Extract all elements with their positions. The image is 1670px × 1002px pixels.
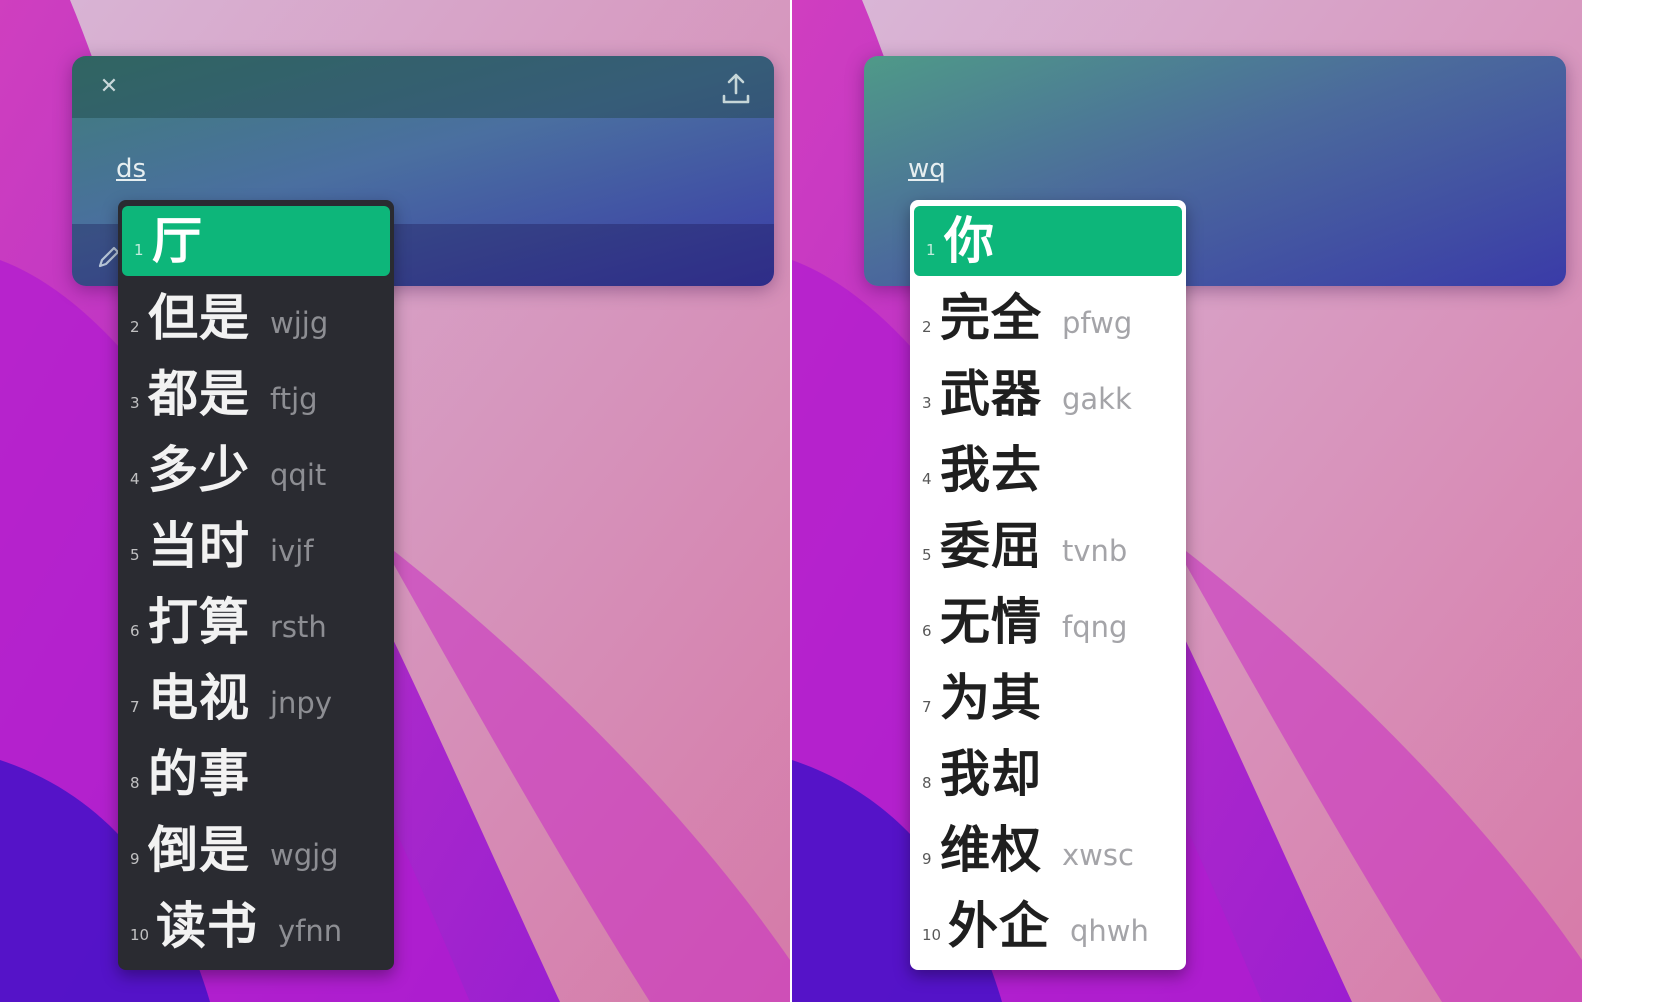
candidate-number: 5 [922, 546, 932, 564]
candidate-word: 委屈 [940, 516, 1042, 575]
candidate-item[interactable]: 4 多少 qqit [118, 432, 394, 508]
candidate-code: xwsc [1062, 838, 1134, 872]
candidate-word: 多少 [148, 440, 250, 499]
candidate-code: wjjg [270, 306, 329, 340]
candidate-code: jnpy [270, 686, 333, 720]
candidate-word: 但是 [148, 288, 250, 347]
candidate-code: gakk [1062, 382, 1132, 416]
candidate-word: 电视 [148, 668, 250, 727]
candidate-item[interactable]: 6 打算 rsth [118, 584, 394, 660]
candidate-number: 4 [130, 470, 140, 488]
candidate-code: wgjg [270, 838, 339, 872]
candidate-item[interactable]: 1 你 [914, 206, 1182, 276]
candidate-number: 3 [130, 394, 140, 412]
candidate-item[interactable]: 8 我却 [910, 736, 1186, 812]
candidate-item[interactable]: 1 厅 [122, 206, 390, 276]
candidate-word: 外企 [948, 896, 1050, 955]
candidate-word: 完全 [940, 288, 1042, 347]
candidate-list-dark: 1 厅 2 但是 wjjg 3 都是 ftjg 4 多少 qqit 5 当时 i… [118, 200, 394, 970]
candidate-number: 7 [130, 698, 140, 716]
candidate-item[interactable]: 3 武器 gakk [910, 356, 1186, 432]
share-icon[interactable] [720, 72, 752, 106]
candidate-number: 9 [922, 850, 932, 868]
candidate-item[interactable]: 4 我去 [910, 432, 1186, 508]
candidate-word: 你 [944, 211, 995, 270]
candidate-word: 当时 [148, 516, 250, 575]
candidate-word: 厅 [152, 211, 203, 270]
candidate-code: qhwh [1070, 914, 1149, 948]
candidate-item[interactable]: 2 完全 pfwg [910, 280, 1186, 356]
candidate-code: qqit [270, 458, 327, 492]
candidate-item[interactable]: 10 读书 yfnn [118, 888, 394, 964]
candidate-item[interactable]: 5 当时 ivjf [118, 508, 394, 584]
candidate-number: 1 [134, 241, 144, 259]
candidate-item[interactable]: 9 倒是 wgjg [118, 812, 394, 888]
candidate-item[interactable]: 6 无情 fqng [910, 584, 1186, 660]
candidate-number: 7 [922, 698, 932, 716]
candidate-number: 2 [130, 318, 140, 336]
candidate-number: 9 [130, 850, 140, 868]
title-bar: ✕ [72, 56, 774, 118]
candidate-code: pfwg [1062, 306, 1133, 340]
right-panel: wq 1 你 2 完全 pfwg 3 武器 gakk 4 我去 5 委屈 tvn… [792, 0, 1582, 1002]
candidate-item[interactable]: 9 维权 xwsc [910, 812, 1186, 888]
candidate-number: 10 [922, 926, 942, 944]
candidate-item[interactable]: 2 但是 wjjg [118, 280, 394, 356]
candidate-word: 我去 [940, 440, 1042, 499]
candidate-number: 2 [922, 318, 932, 336]
candidate-number: 8 [922, 774, 932, 792]
candidate-word: 我却 [940, 744, 1042, 803]
composition-text[interactable]: ds [116, 154, 146, 184]
candidate-number: 6 [922, 622, 932, 640]
left-panel: ✕ ds 1 厅 2 但是 wjjg 3 都是 ftjg 4 多少 qqit 5… [0, 0, 790, 1002]
candidate-word: 都是 [148, 364, 250, 423]
candidate-item[interactable]: 10 外企 qhwh [910, 888, 1186, 964]
candidate-word: 武器 [940, 364, 1042, 423]
candidate-list-light: 1 你 2 完全 pfwg 3 武器 gakk 4 我去 5 委屈 tvnb 6… [910, 200, 1186, 970]
candidate-word: 打算 [148, 592, 250, 651]
candidate-item[interactable]: 5 委屈 tvnb [910, 508, 1186, 584]
candidate-number: 6 [130, 622, 140, 640]
candidate-item[interactable]: 8 的事 [118, 736, 394, 812]
candidate-item[interactable]: 3 都是 ftjg [118, 356, 394, 432]
candidate-item[interactable]: 7 电视 jnpy [118, 660, 394, 736]
candidate-code: rsth [270, 610, 327, 644]
candidate-code: fqng [1062, 610, 1128, 644]
composition-text[interactable]: wq [908, 154, 946, 184]
candidate-number: 10 [130, 926, 150, 944]
candidate-word: 的事 [148, 744, 250, 803]
candidate-word: 为其 [940, 668, 1042, 727]
candidate-code: yfnn [278, 914, 343, 948]
candidate-word: 读书 [156, 896, 258, 955]
candidate-word: 倒是 [148, 820, 250, 879]
candidate-number: 1 [926, 241, 936, 259]
candidate-number: 8 [130, 774, 140, 792]
close-icon[interactable]: ✕ [98, 76, 120, 98]
candidate-code: tvnb [1062, 534, 1128, 568]
candidate-code: ivjf [270, 534, 314, 568]
candidate-code: ftjg [270, 382, 318, 416]
candidate-word: 维权 [940, 820, 1042, 879]
candidate-item[interactable]: 7 为其 [910, 660, 1186, 736]
candidate-word: 无情 [940, 592, 1042, 651]
candidate-number: 3 [922, 394, 932, 412]
candidate-number: 4 [922, 470, 932, 488]
candidate-number: 5 [130, 546, 140, 564]
